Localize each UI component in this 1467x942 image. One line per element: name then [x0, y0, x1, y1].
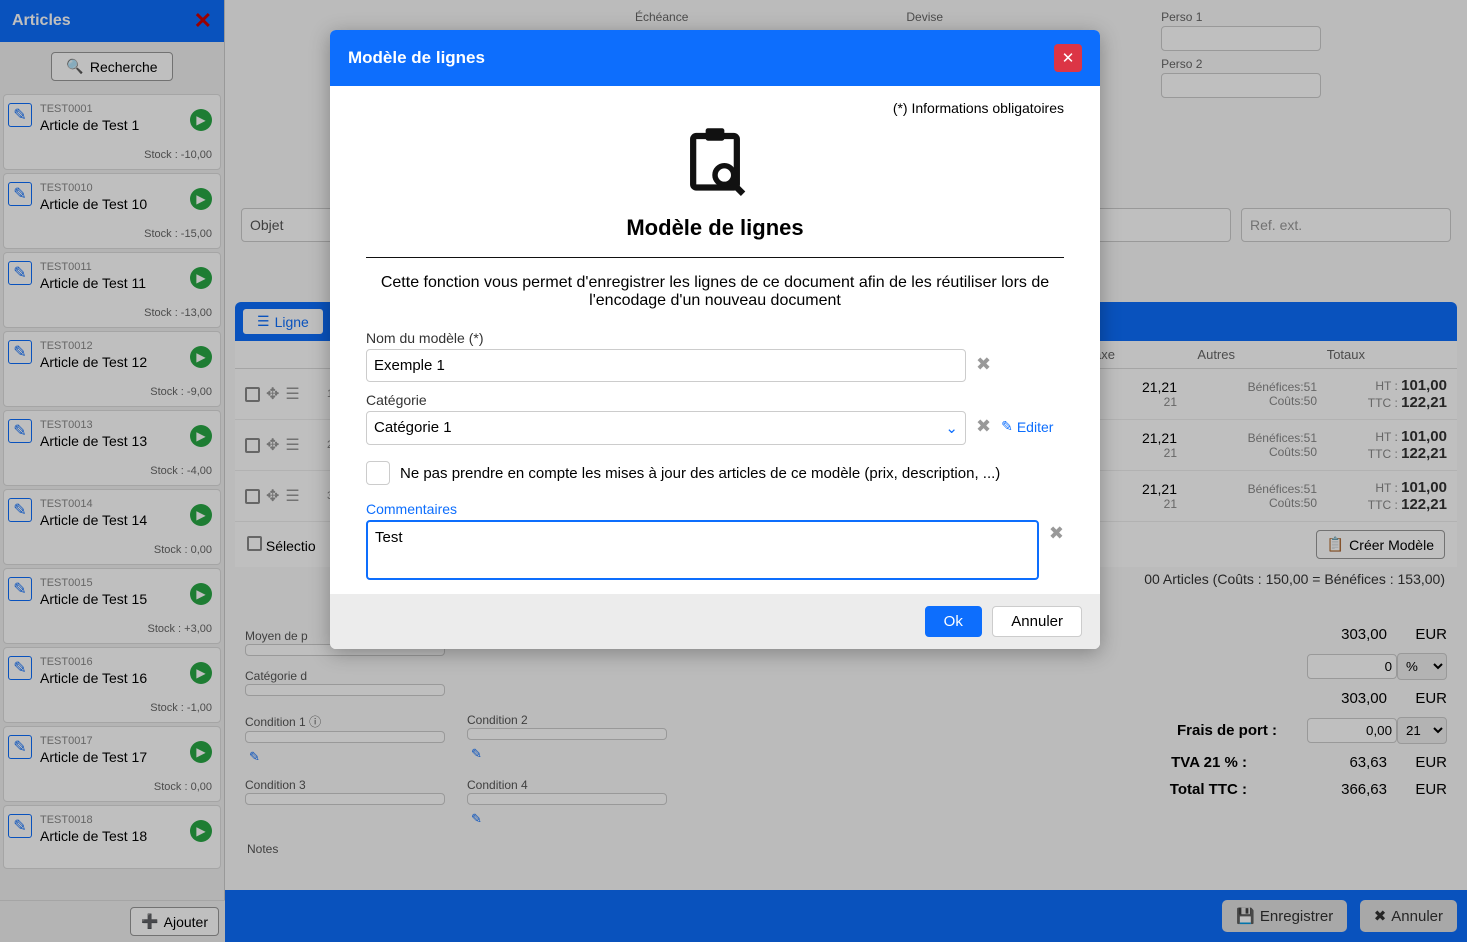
ignore-updates-checkbox[interactable] — [366, 461, 390, 485]
clear-cat-icon[interactable]: ✖ — [976, 416, 991, 437]
close-icon: ✕ — [1062, 49, 1075, 67]
category-select[interactable]: Catégorie 1 ⌄ — [366, 411, 966, 445]
clipboard-search-icon — [366, 122, 1064, 205]
comments-textarea[interactable] — [366, 520, 1039, 580]
cat-label: Catégorie — [366, 392, 1064, 408]
modal-title: Modèle de lignes — [366, 215, 1064, 241]
comments-label: Commentaires — [366, 501, 1064, 517]
clear-name-icon[interactable]: ✖ — [976, 354, 991, 375]
model-name-input[interactable] — [366, 349, 966, 382]
clear-comments-icon[interactable]: ✖ — [1049, 523, 1064, 544]
required-note: (*) Informations obligatoires — [366, 100, 1064, 116]
modal-ok-button[interactable]: Ok — [925, 606, 982, 637]
pencil-icon: ✎ — [1001, 418, 1013, 435]
chevron-down-icon: ⌄ — [945, 419, 958, 437]
modal-header-title: Modèle de lignes — [348, 48, 485, 68]
modal-close-button[interactable]: ✕ — [1054, 44, 1082, 72]
line-template-modal: Modèle de lignes ✕ (*) Informations obli… — [330, 30, 1100, 649]
modal-cancel-button[interactable]: Annuler — [992, 606, 1082, 637]
name-label: Nom du modèle (*) — [366, 330, 1064, 346]
modal-description: Cette fonction vous permet d'enregistrer… — [366, 274, 1064, 310]
checkbox-label: Ne pas prendre en compte les mises à jou… — [400, 465, 1000, 482]
category-value: Catégorie 1 — [374, 419, 452, 437]
edit-category-button[interactable]: ✎Editer — [1001, 418, 1053, 435]
